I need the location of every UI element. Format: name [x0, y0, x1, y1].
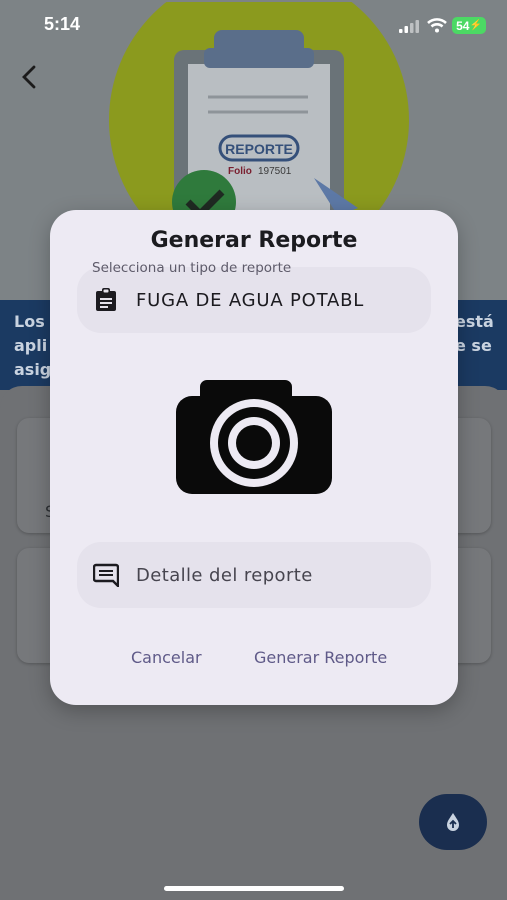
dialog-title: Generar Reporte	[150, 228, 358, 253]
upload-fab-button[interactable]	[419, 794, 487, 850]
generate-report-button[interactable]: Generar Reporte	[254, 648, 387, 667]
banner-text-right: está e se	[455, 312, 494, 355]
detail-placeholder: Detalle del reporte	[136, 564, 313, 586]
camera-icon[interactable]	[176, 380, 332, 494]
charging-icon: ⚡	[469, 20, 482, 31]
reporte-badge-text: REPORTE	[225, 141, 293, 157]
report-type-label: Selecciona un tipo de reporte	[92, 260, 292, 276]
status-time: 5:14	[44, 14, 81, 34]
battery-level: 54	[456, 18, 470, 33]
folio-number: 197501	[258, 166, 292, 177]
comment-icon	[92, 561, 120, 589]
folio-label: Folio	[228, 166, 252, 177]
clipboard-icon	[92, 286, 120, 314]
report-type-value: FUGA DE AGUA POTABL	[136, 289, 365, 311]
home-indicator	[164, 886, 344, 891]
cancel-button[interactable]: Cancelar	[131, 648, 202, 667]
generate-report-dialog: Generar Reporte FUGA DE AGUA POTABL Sele…	[50, 210, 458, 705]
banner-text-left: Los apli asig	[14, 312, 52, 379]
signal-icon	[399, 20, 419, 33]
chevron-left-icon[interactable]	[16, 62, 44, 92]
status-bar: 5:14 54 ⚡	[0, 0, 507, 50]
wifi-icon	[427, 18, 447, 33]
report-type-select[interactable]: FUGA DE AGUA POTABL	[77, 267, 431, 333]
upload-icon	[447, 813, 459, 831]
report-detail-input[interactable]: Detalle del reporte	[77, 542, 431, 608]
battery-indicator: 54 ⚡	[452, 17, 486, 34]
